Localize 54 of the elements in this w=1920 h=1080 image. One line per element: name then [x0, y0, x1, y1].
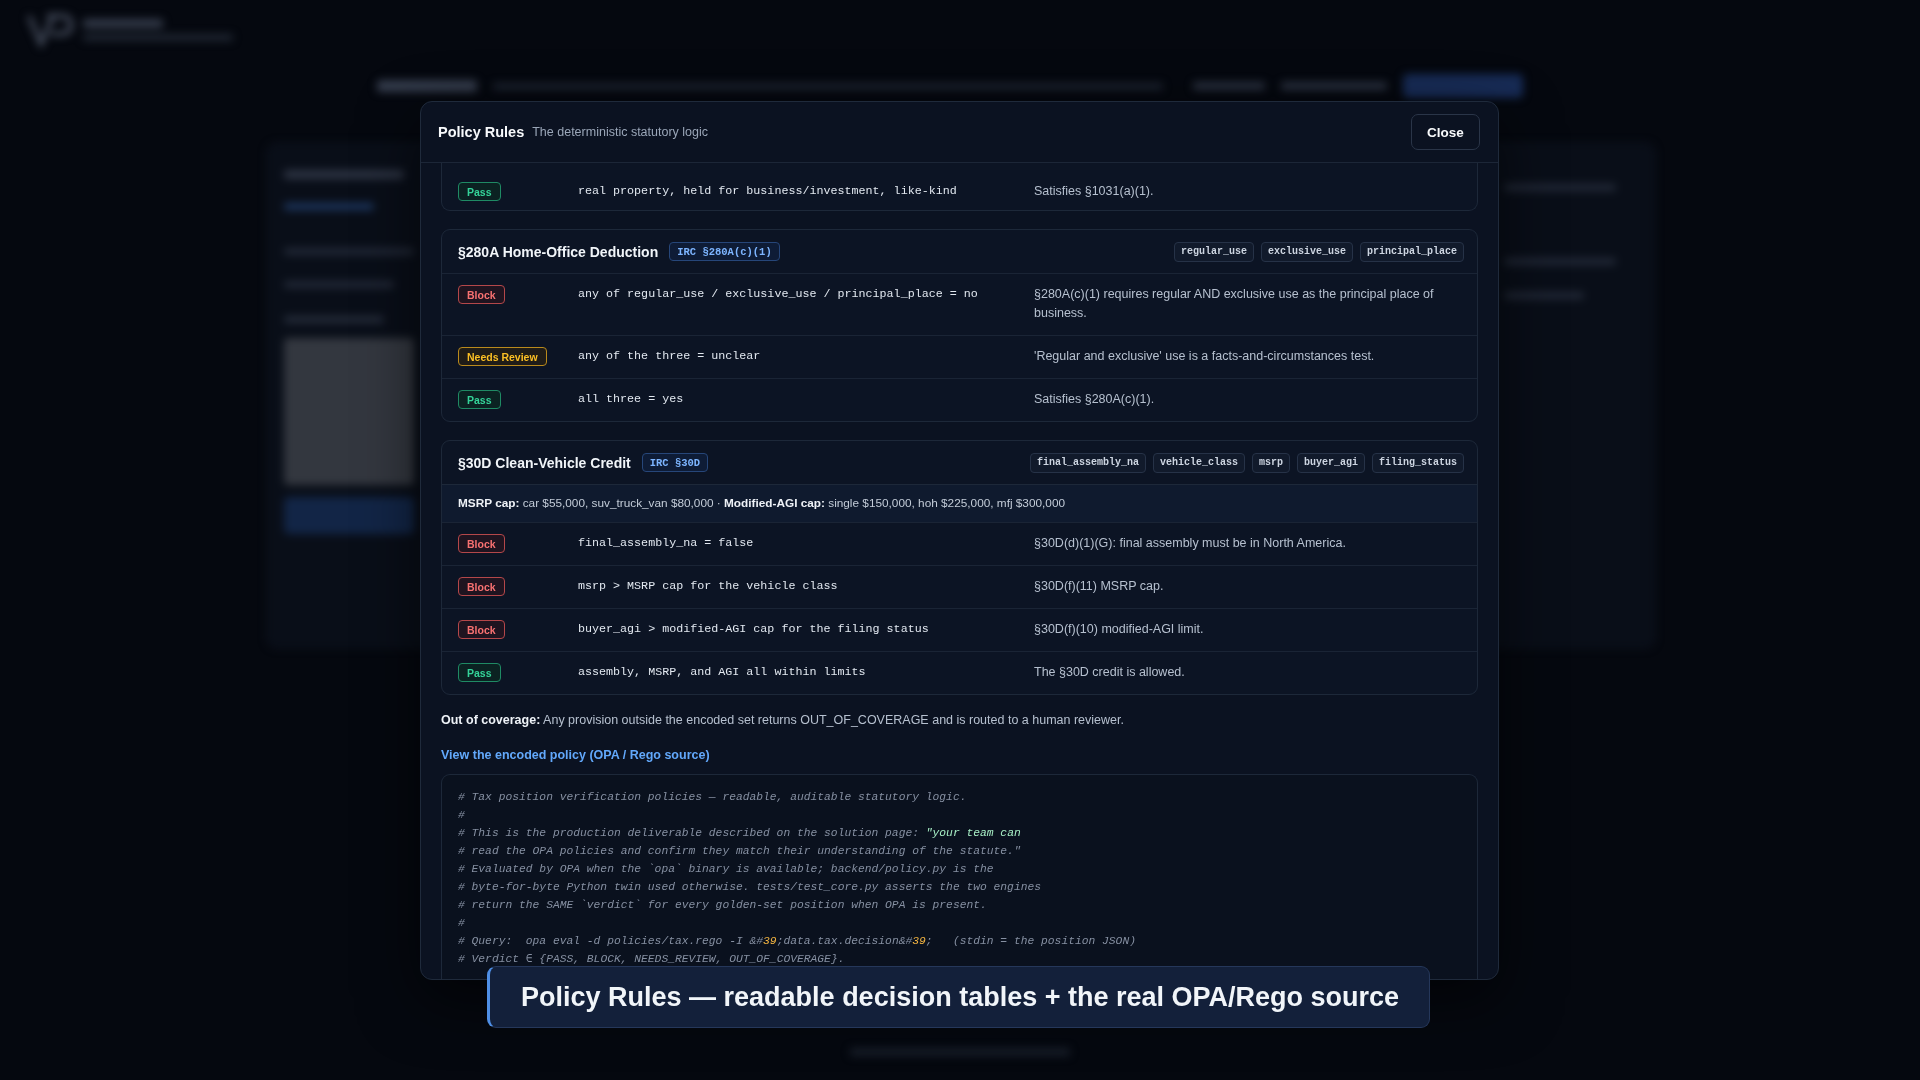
rule-explanation: §280A(c)(1) requires regular AND exclusive use as the principal place of business.: [1034, 286, 1435, 322]
section-title: §30D Clean-Vehicle Credit: [458, 454, 631, 471]
section-title: §280A Home-Office Deduction: [458, 243, 659, 260]
verdict-badge: Pass: [458, 182, 501, 201]
code-line: #: [458, 916, 465, 931]
field-tag: principal_place: [1360, 241, 1464, 262]
verdict-badge: Block: [458, 534, 505, 553]
rule-condition: any of the three = unclear: [578, 348, 762, 365]
rule-explanation: §30D(f)(10) modified-AGI limit.: [1034, 621, 1205, 638]
rule-condition: any of regular_use / exclusive_use / principal_place = no: [578, 286, 979, 303]
field-tag: final_assembly_na: [1029, 452, 1146, 473]
code-line: # byte-for-byte Python twin used otherwise. tests/test_core.py asserts the two engines: [458, 880, 1041, 895]
dialog-subtitle: The deterministic statutory logic: [532, 125, 708, 139]
rule-condition: msrp > MSRP cap for the vehicle class: [578, 578, 839, 595]
rule-explanation: Satisfies §280A(c)(1).: [1034, 391, 1156, 408]
code-line: # Evaluated by OPA when the `opa` binary is available; backend/policy.py is the: [458, 862, 994, 877]
coverage-note: Out of coverage: Any provision outside the encoded set returns OUT_OF_COVERAGE and is routed to a human reviewer.: [441, 712, 1125, 729]
code-line: # Verdict ∈ {PASS, BLOCK, NEEDS_REVIEW, OUT_OF_COVERAGE}.: [458, 952, 845, 967]
dialog-title: Policy Rules: [438, 124, 525, 140]
caption-banner: Policy Rules — readable decision tables + the real OPA/Rego source: [487, 966, 1431, 1028]
verdict-badge: Block: [458, 285, 505, 304]
rule-explanation: §30D(f)(11) MSRP cap.: [1034, 578, 1165, 595]
close-button[interactable]: Close: [1411, 114, 1480, 150]
field-tag: filing_status: [1372, 452, 1464, 473]
code-line: # Query: opa eval -d policies/tax.rego -I &#39;data.tax.decision&#39; (stdin = the position JSON): [458, 934, 1136, 949]
verdict-badge: Block: [458, 577, 505, 596]
field-tag: vehicle_class: [1152, 452, 1245, 473]
blurred-logo-icon: [27, 12, 73, 48]
field-tag: regular_use: [1173, 241, 1254, 262]
field-tag: exclusive_use: [1260, 241, 1353, 262]
rule-explanation: 'Regular and exclusive' use is a facts-and-circumstances test.: [1034, 348, 1376, 365]
code-line: # return the SAME `verdict` for every golden-set position when OPA is present.: [458, 898, 987, 913]
field-tag: buyer_agi: [1296, 452, 1365, 473]
rule-condition: real property, held for business/investment, like-kind: [578, 183, 958, 200]
verdict-badge: Block: [458, 620, 505, 639]
caps-note: MSRP cap: car $55,000, suv_truck_van $80,000 · Modified-AGI cap: single $150,000, hoh $225,000, mfj $300,000: [442, 484, 1477, 522]
code-line: # This is the production deliverable described on the solution page: "your team can: [458, 826, 1021, 841]
rule-explanation: §30D(d)(1)(G): final assembly must be in North America.: [1034, 535, 1347, 552]
citation-tag: IRC §30D: [641, 453, 709, 472]
verdict-badge: Needs Review: [458, 347, 547, 366]
rule-explanation: The §30D credit is allowed.: [1034, 664, 1186, 681]
code-line: # read the OPA policies and confirm they match their understanding of the statute.": [458, 844, 1021, 859]
field-tag: msrp: [1251, 452, 1290, 473]
rule-condition: assembly, MSRP, and AGI all within limits: [578, 664, 867, 681]
rule-condition: buyer_agi > modified-AGI cap for the filing status: [578, 621, 930, 638]
code-line: # Tax position verification policies — readable, auditable statutory logic.: [458, 790, 967, 805]
rule-condition: final_assembly_na = false: [578, 535, 755, 552]
rule-condition: all three = yes: [578, 391, 685, 408]
verdict-badge: Pass: [458, 663, 501, 682]
citation-tag: IRC §280A(c)(1): [669, 242, 780, 261]
rule-explanation: Satisfies §1031(a)(1).: [1034, 183, 1155, 200]
code-line: #: [458, 808, 465, 823]
source-link[interactable]: View the encoded policy (OPA / Rego source): [441, 746, 710, 764]
verdict-badge: Pass: [458, 390, 501, 409]
